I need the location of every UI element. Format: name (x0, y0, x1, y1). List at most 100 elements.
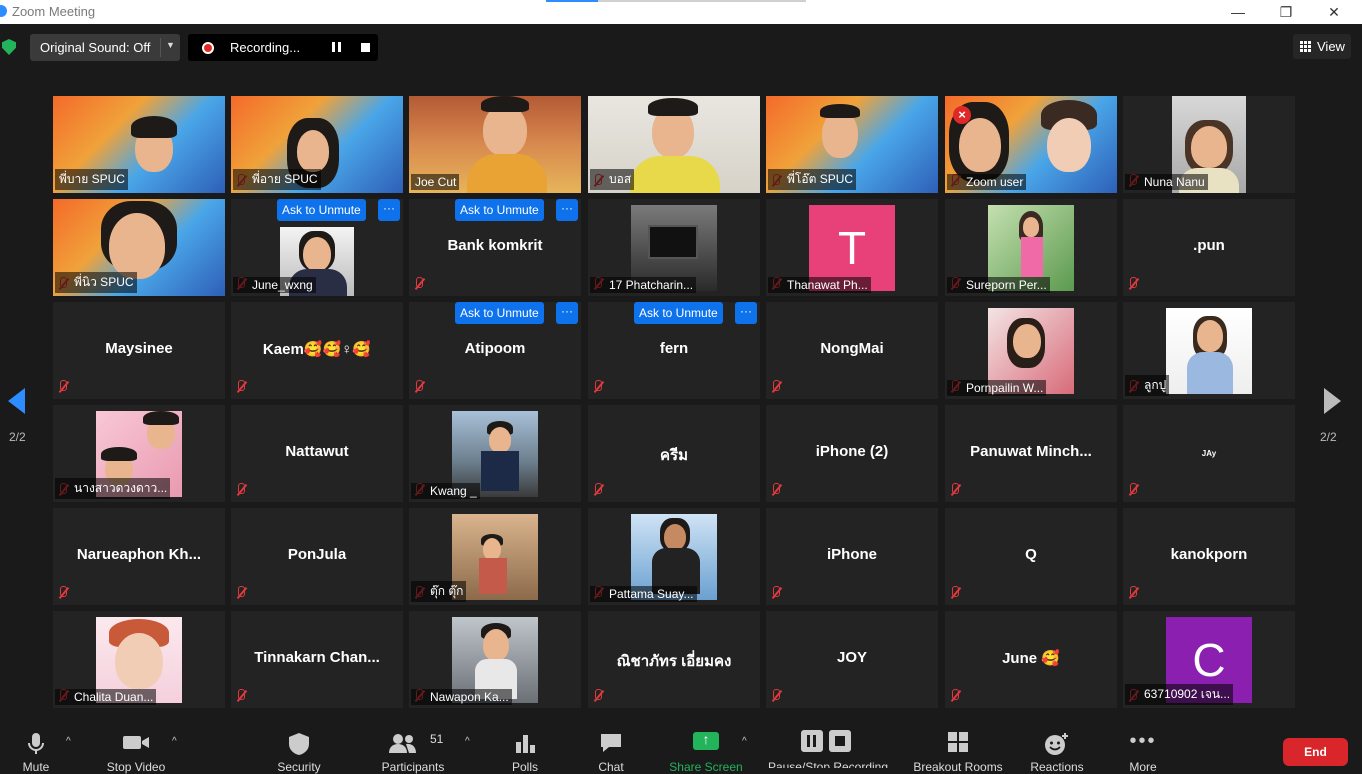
video-tile[interactable]: Pattama Suay... (588, 508, 760, 605)
participant-name: JAy (1201, 449, 1217, 458)
participants-button[interactable]: 51 Participants (378, 720, 448, 774)
video-tile[interactable]: NongMai (766, 302, 938, 399)
ask-to-unmute-button[interactable]: Ask to Unmute (634, 302, 723, 324)
participant-name: ลูกปู (1125, 375, 1170, 396)
video-tile[interactable]: iPhone (2) (766, 405, 938, 502)
video-tile[interactable]: Q (945, 508, 1117, 605)
participant-name: PonJula (287, 546, 347, 563)
video-tile[interactable]: บอส (588, 96, 760, 193)
video-tile[interactable]: Panuwat Minch... (945, 405, 1117, 502)
mute-button[interactable]: Mute (10, 720, 62, 774)
minimize-button[interactable]: — (1226, 2, 1250, 22)
video-tile[interactable]: ลูกปู (1123, 302, 1295, 399)
video-tile[interactable]: ตุ๊ก ตุ๊ก (409, 508, 581, 605)
video-tile[interactable]: Ask to Unmute ··· June_wxng (231, 199, 403, 296)
chevron-up-icon[interactable]: ^ (66, 736, 71, 747)
video-tile[interactable]: Nawapon Ka... (409, 611, 581, 708)
more-options-button[interactable]: ··· (735, 302, 757, 324)
chat-label: Chat (598, 760, 624, 774)
chevron-up-icon[interactable]: ^ (742, 736, 747, 747)
more-options-button[interactable]: ··· (378, 199, 400, 221)
pause-stop-recording-button[interactable]: Pause/Stop Recording (764, 720, 892, 768)
video-tile[interactable]: 17 Phatcharin... (588, 199, 760, 296)
polls-button[interactable]: Polls (500, 720, 550, 774)
ask-to-unmute-button[interactable]: Ask to Unmute (455, 302, 544, 324)
video-tile[interactable]: Maysinee (53, 302, 225, 399)
more-button[interactable]: ••• More (1118, 720, 1168, 774)
stop-recording-icon[interactable] (361, 43, 370, 52)
prev-page-arrow-icon[interactable] (8, 388, 25, 414)
encryption-shield-icon[interactable] (2, 39, 16, 55)
ask-to-unmute-button[interactable]: Ask to Unmute (455, 199, 544, 221)
muted-mic-icon (235, 689, 247, 703)
reactions-label: Reactions (1030, 760, 1084, 774)
title-accent (546, 0, 598, 2)
video-tile[interactable]: ณิชาภัทร เอี่ยมคง (588, 611, 760, 708)
video-tile[interactable]: Narueaphon Kh... (53, 508, 225, 605)
participant-name: fern (659, 340, 689, 357)
chat-button[interactable]: Chat (590, 720, 632, 774)
chevron-down-icon[interactable]: ▼ (166, 40, 175, 50)
video-tile[interactable]: Kaem🥰🥰♀🥰 (231, 302, 403, 399)
participant-name: Panuwat Minch... (970, 443, 1092, 460)
next-page-arrow-icon[interactable] (1324, 388, 1341, 414)
video-tile[interactable]: Ask to Unmute ··· fern (588, 302, 760, 399)
ask-to-unmute-button[interactable]: Ask to Unmute (277, 199, 366, 221)
breakout-rooms-button[interactable]: Breakout Rooms (908, 720, 1008, 774)
video-tile[interactable]: นางสาวดวงดาว... (53, 405, 225, 502)
video-tile[interactable]: Chalita Duan... (53, 611, 225, 708)
original-sound-label: Original Sound: Off (40, 40, 151, 55)
pause-recording-icon[interactable] (332, 42, 342, 53)
zoom-logo-icon (0, 5, 7, 17)
meeting-topbar: Original Sound: Off ▼ Recording... View (0, 24, 1362, 70)
video-tile[interactable]: Nuna Nanu (1123, 96, 1295, 193)
original-sound-button[interactable]: Original Sound: Off ▼ (30, 34, 180, 61)
chevron-up-icon[interactable]: ^ (172, 736, 177, 747)
participant-name: June 🥰 (1002, 650, 1060, 667)
video-tile[interactable]: JAy (1123, 405, 1295, 502)
muted-mic-icon (413, 380, 425, 394)
share-screen-icon (693, 731, 719, 750)
video-tile[interactable]: Tinnakarn Chan... (231, 611, 403, 708)
view-button[interactable]: View (1293, 34, 1351, 59)
chevron-up-icon[interactable]: ^ (465, 736, 470, 747)
share-screen-button[interactable]: Share Screen (664, 720, 748, 774)
video-tile[interactable]: kanokporn (1123, 508, 1295, 605)
video-tile[interactable]: iPhone (766, 508, 938, 605)
end-meeting-button[interactable]: End (1283, 738, 1348, 766)
video-tile[interactable]: Pornpailin W... (945, 302, 1117, 399)
video-tile[interactable]: Ask to Unmute ··· Bank komkrit (409, 199, 581, 296)
muted-mic-icon (1127, 277, 1139, 291)
record-dot-icon (202, 42, 214, 54)
video-tile[interactable]: พี่โอ๊ต SPUC (766, 96, 938, 193)
stop-video-label: Stop Video (106, 760, 166, 774)
video-tile[interactable]: พี่นิว SPUC (53, 199, 225, 296)
stop-video-button[interactable]: Stop Video (100, 720, 172, 774)
video-tile[interactable]: T Thanawat Ph... (766, 199, 938, 296)
more-options-button[interactable]: ··· (556, 199, 578, 221)
close-button[interactable]: ✕ (1322, 2, 1346, 22)
video-tile[interactable]: C 63710902 เจน... (1123, 611, 1295, 708)
reactions-button[interactable]: Reactions (1026, 720, 1088, 774)
participant-name: kanokporn (1170, 546, 1248, 563)
video-tile[interactable]: Nattawut (231, 405, 403, 502)
video-tile[interactable]: JOY (766, 611, 938, 708)
video-tile[interactable]: Joe Cut (409, 96, 581, 193)
video-tile[interactable]: PonJula (231, 508, 403, 605)
security-button[interactable]: Security (270, 720, 328, 774)
video-tile[interactable]: × Zoom user (945, 96, 1117, 193)
video-tile[interactable]: พี่บาย SPUC (53, 96, 225, 193)
more-options-button[interactable]: ··· (556, 302, 578, 324)
restore-button[interactable]: ❐ (1274, 2, 1298, 22)
video-tile[interactable]: .pun (1123, 199, 1295, 296)
participant-name: Sureporn Per... (947, 277, 1050, 293)
video-tile[interactable]: June 🥰 (945, 611, 1117, 708)
video-tile[interactable]: Kwang _ (409, 405, 581, 502)
polls-chart-icon (516, 735, 535, 753)
video-tile[interactable]: Ask to Unmute ··· Atipoom (409, 302, 581, 399)
video-tile[interactable]: ครีม (588, 405, 760, 502)
video-tile[interactable]: Sureporn Per... (945, 199, 1117, 296)
ellipsis-icon: ••• (1129, 730, 1157, 752)
video-tile[interactable]: พี่อาย SPUC (231, 96, 403, 193)
smiley-icon (1045, 733, 1068, 755)
